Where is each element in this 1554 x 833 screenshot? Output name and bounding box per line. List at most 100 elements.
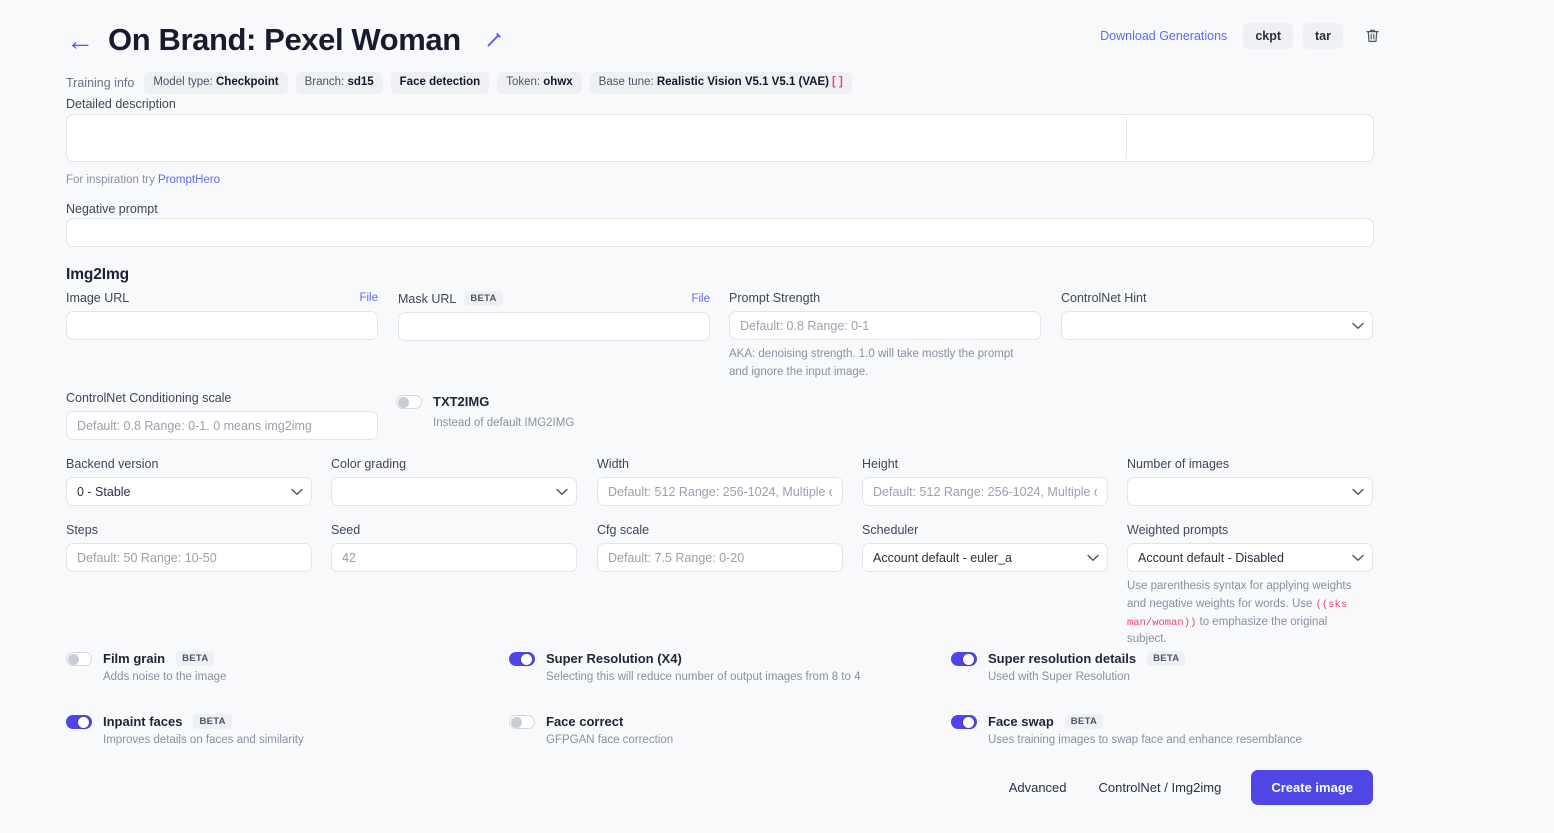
super-resolution-toggle[interactable]: [509, 652, 535, 666]
prompt-strength-field: Prompt Strength AKA: denoising strength.…: [729, 291, 1041, 382]
seed-field: Seed: [331, 523, 577, 572]
txt2img-helper: Instead of default IMG2IMG: [433, 415, 696, 433]
chip-token: Token: ohwx: [497, 72, 581, 94]
number-of-images-label: Number of images: [1127, 457, 1373, 471]
super-resolution-details-toggle[interactable]: [951, 652, 977, 666]
width-input[interactable]: [597, 477, 843, 506]
face-swap-label: Face swap: [988, 714, 1054, 729]
detailed-description-input[interactable]: [66, 114, 1374, 162]
training-info-label: Training info: [66, 76, 134, 90]
txt2img-toggle[interactable]: [396, 395, 422, 409]
super-resolution-toggle-knob: [521, 654, 532, 665]
face-swap-toggle[interactable]: [951, 715, 977, 729]
toggle-block-super-resolution: Super Resolution (X4) Selecting this wil…: [509, 651, 861, 683]
controlnet-hint-field: ControlNet Hint: [1061, 291, 1373, 340]
mask-url-label: Mask URL: [398, 292, 456, 306]
prompt-strength-input[interactable]: [729, 311, 1041, 340]
number-of-images-field: Number of images: [1127, 457, 1373, 506]
film-grain-beta-badge: BETA: [176, 651, 214, 666]
page-root: ← On Brand: Pexel Woman Download Generat…: [0, 0, 1554, 833]
prompt-strength-label: Prompt Strength: [729, 291, 1041, 305]
chip-token-value: ohwx: [543, 76, 572, 88]
mask-url-file-link[interactable]: File: [691, 293, 710, 305]
download-tar-button[interactable]: tar: [1303, 23, 1343, 49]
arrow-left-icon[interactable]: ←: [66, 27, 94, 55]
weighted-prompts-helper: Use parenthesis syntax for applying weig…: [1127, 578, 1367, 649]
training-info-bar: Training info Model type: Checkpoint Bra…: [66, 72, 852, 94]
backend-version-label: Backend version: [66, 457, 312, 471]
inpaint-faces-beta-badge: BETA: [193, 714, 231, 729]
detailed-description-label: Detailed description: [66, 97, 176, 111]
face-correct-description: GFPGAN face correction: [546, 734, 673, 746]
controlnet-conditioning-scale-input[interactable]: [66, 411, 378, 440]
chip-face-detection-value: Face detection: [400, 76, 481, 88]
description-helper: For inspiration try PromptHero: [66, 172, 220, 190]
super-resolution-details-description: Used with Super Resolution: [988, 671, 1185, 683]
seed-label: Seed: [331, 523, 577, 537]
cfg-scale-input[interactable]: [597, 543, 843, 572]
negative-prompt-input[interactable]: [66, 218, 1374, 247]
toggle-block-face-swap: Face swap BETA Uses training images to s…: [951, 714, 1302, 746]
cfg-scale-field: Cfg scale: [597, 523, 843, 572]
height-field: Height: [862, 457, 1108, 506]
chip-base-tune: Base tune: Realistic Vision V5.1 V5.1 (V…: [590, 72, 852, 94]
chip-model-type-prefix: Model type:: [153, 76, 216, 88]
chip-branch-prefix: Branch:: [305, 76, 348, 88]
width-field: Width: [597, 457, 843, 506]
film-grain-toggle[interactable]: [66, 652, 92, 666]
super-resolution-details-toggle-knob: [963, 654, 974, 665]
txt2img-toggle-block: TXT2IMG Instead of default IMG2IMG: [396, 394, 696, 433]
scheduler-field: Scheduler Account default - euler_a: [862, 523, 1108, 572]
inpaint-faces-label: Inpaint faces: [103, 714, 182, 729]
toggle-block-super-resolution-details: Super resolution details BETA Used with …: [951, 651, 1185, 683]
color-grading-label: Color grading: [331, 457, 577, 471]
weighted-prompts-field: Weighted prompts Account default - Disab…: [1127, 523, 1373, 649]
chip-branch: Branch: sd15: [296, 72, 383, 94]
height-input[interactable]: [862, 477, 1108, 506]
download-generations-link[interactable]: Download Generations: [1100, 29, 1227, 43]
image-url-file-link[interactable]: File: [359, 292, 378, 304]
weighted-prompts-label: Weighted prompts: [1127, 523, 1373, 537]
backend-version-select[interactable]: 0 - Stable: [66, 477, 312, 506]
weighted-prompts-helper-line2-pre: Use: [1292, 598, 1316, 610]
prompthero-link[interactable]: PromptHero: [158, 174, 220, 186]
face-correct-toggle-knob: [511, 717, 522, 728]
page-header: ← On Brand: Pexel Woman: [66, 22, 503, 58]
height-label: Height: [862, 457, 1108, 471]
steps-input[interactable]: [66, 543, 312, 572]
weighted-prompts-select[interactable]: Account default - Disabled: [1127, 543, 1373, 572]
advanced-button[interactable]: Advanced: [993, 771, 1083, 804]
mask-url-input[interactable]: [398, 312, 710, 341]
prompt-strength-helper: AKA: denoising strength. 1.0 will take m…: [729, 346, 1034, 382]
page-title: On Brand: Pexel Woman: [108, 22, 461, 58]
image-url-field: Image URL File: [66, 291, 378, 340]
pencil-icon[interactable]: [485, 31, 503, 49]
create-image-button[interactable]: Create image: [1251, 770, 1373, 805]
toggle-block-inpaint-faces: Inpaint faces BETA Improves details on f…: [66, 714, 304, 746]
seed-input[interactable]: [331, 543, 577, 572]
width-label: Width: [597, 457, 843, 471]
scheduler-select[interactable]: Account default - euler_a: [862, 543, 1108, 572]
face-swap-description: Uses training images to swap face and en…: [988, 734, 1302, 746]
controlnet-img2img-button[interactable]: ControlNet / Img2img: [1083, 771, 1238, 804]
inpaint-faces-toggle[interactable]: [66, 715, 92, 729]
number-of-images-select[interactable]: [1127, 477, 1373, 506]
controlnet-hint-select[interactable]: [1061, 311, 1373, 340]
header-actions: Download Generations ckpt tar: [1100, 23, 1386, 49]
description-helper-prefix: For inspiration try: [66, 174, 158, 186]
download-ckpt-button[interactable]: ckpt: [1243, 23, 1293, 49]
super-resolution-description: Selecting this will reduce number of out…: [546, 671, 861, 683]
chip-base-tune-bracket: [ ]: [832, 76, 843, 88]
color-grading-select[interactable]: [331, 477, 577, 506]
film-grain-label: Film grain: [103, 651, 165, 666]
txt2img-label: TXT2IMG: [433, 394, 489, 409]
backend-version-field: Backend version 0 - Stable: [66, 457, 312, 506]
steps-field: Steps: [66, 523, 312, 572]
cfg-scale-label: Cfg scale: [597, 523, 843, 537]
trash-icon[interactable]: [1359, 26, 1386, 46]
chip-model-type: Model type: Checkpoint: [144, 72, 287, 94]
negative-prompt-label: Negative prompt: [66, 202, 158, 216]
super-resolution-details-label: Super resolution details: [988, 651, 1136, 666]
face-correct-toggle[interactable]: [509, 715, 535, 729]
image-url-input[interactable]: [66, 311, 378, 340]
